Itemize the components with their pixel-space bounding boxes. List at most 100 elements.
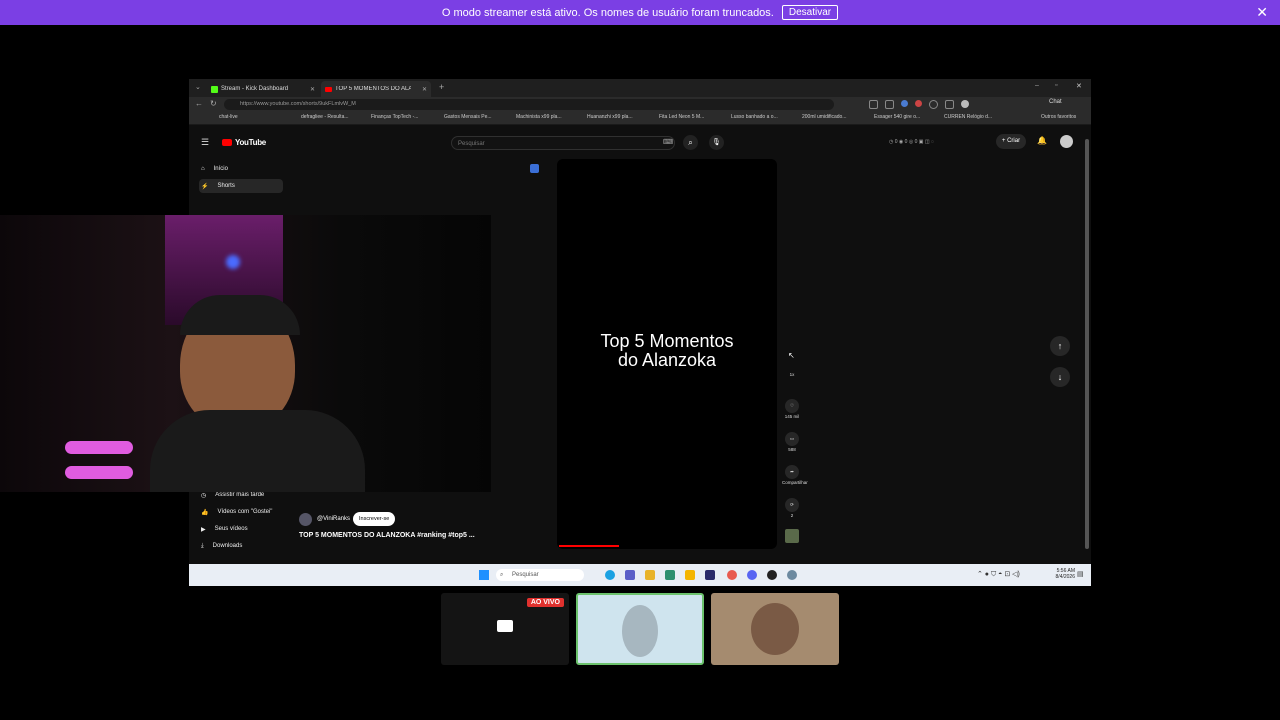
sidebar-item-liked-videos[interactable]: 👍 Vídeos com "Gostei" (199, 505, 283, 519)
youtube-tab-icon (325, 86, 332, 92)
edge-icon[interactable] (605, 570, 615, 580)
disable-streamer-mode-button[interactable]: Desativar (781, 5, 839, 20)
sidebar-item-downloads[interactable]: ⤓ Downloads (199, 539, 283, 553)
short-video-player[interactable]: Top 5 Momentos do Alanzoka (557, 159, 777, 549)
maximize-icon[interactable]: ▫ (1055, 82, 1057, 89)
remix-action[interactable]: ⟳ 2 (782, 498, 802, 518)
bookmark-item[interactable]: Finanças TopTech -... (371, 114, 418, 120)
sidebar-item-label: Vídeos com "Gostei" (217, 509, 273, 515)
clock-date: 8/4/2026 (1055, 574, 1075, 580)
bookmark-item[interactable]: chat-live (219, 114, 238, 120)
extension-icon[interactable] (901, 100, 908, 107)
extension-icon[interactable] (885, 100, 894, 109)
settings-icon[interactable] (787, 570, 797, 580)
minimize-icon[interactable]: – (1035, 82, 1039, 89)
windows-start-icon[interactable] (479, 570, 489, 580)
close-window-icon[interactable]: ✕ (1076, 82, 1082, 90)
share-action[interactable]: ➦ Compartilhar (782, 465, 808, 485)
bookmark-item[interactable]: Gastos Mensais Pe... (444, 114, 492, 120)
like-count: 145 mil (784, 414, 800, 419)
clock[interactable]: 5:56 AM 8/4/2026 (1045, 568, 1075, 580)
pink-lamp (65, 441, 133, 454)
teams-icon[interactable] (625, 570, 635, 580)
premiere-icon[interactable] (705, 570, 715, 580)
windows-taskbar: ⌕ Pesquisar ⌃ ● ⛉ ◓ ⊡ ◁) 5:56 AM 8/4/202… (189, 564, 1091, 586)
share-icon: ➦ (785, 465, 799, 479)
like-action[interactable]: ♡ 145 mil (782, 399, 802, 419)
bookmark-item[interactable]: 200ml umidificado... (802, 114, 846, 120)
streamer-shirt (150, 410, 365, 492)
discord-icon[interactable] (747, 570, 757, 580)
progress-bar[interactable] (559, 545, 619, 547)
remix-icon: ⟳ (785, 498, 799, 512)
bookmark-item[interactable]: Lusso banhado a o... (731, 114, 778, 120)
subscribe-button[interactable]: Inscrever-se (353, 512, 396, 526)
translate-extension-icon[interactable] (530, 164, 539, 173)
reload-icon[interactable]: ↻ (210, 99, 217, 108)
profile-avatar-icon[interactable] (961, 100, 969, 108)
extension-icon[interactable] (915, 100, 922, 107)
bookmark-item[interactable]: Machinista x99 pla... (516, 114, 562, 120)
app-icon[interactable] (665, 570, 675, 580)
extension-icon[interactable] (869, 100, 878, 109)
keyboard-icon[interactable]: ⌨ (663, 138, 673, 146)
participant-thumbnail[interactable] (711, 593, 839, 665)
search-input[interactable]: Pesquisar (451, 136, 675, 150)
channel-avatar[interactable] (299, 513, 312, 526)
url-field[interactable]: https://www.youtube.com/shorts/9ukFLmlvW… (224, 99, 834, 110)
extension-icon[interactable] (929, 100, 938, 109)
back-icon[interactable]: ← (195, 99, 203, 108)
tab-youtube-short[interactable]: TOP 5 MOMENTOS DO ALAN ✕ (321, 81, 431, 97)
extension-icons (869, 100, 1049, 109)
short-info: @ViniRanks Inscrever-se TOP 5 MOMENTOS D… (299, 511, 529, 551)
notification-center-icon[interactable]: ▤ (1077, 570, 1084, 578)
notifications-icon[interactable]: 🔔 (1037, 136, 1047, 145)
search-icon[interactable]: ⌕ (683, 135, 698, 150)
close-icon[interactable]: ✕ (1256, 4, 1268, 21)
youtube-header: ☰ YouTube Pesquisar ⌨ ⌕ 🎙 ◷ 0 ◉ 0 ◎ 0 ▣ … (189, 125, 1085, 163)
participant-thumbnail[interactable] (576, 593, 704, 665)
create-button[interactable]: + Criar (996, 134, 1026, 149)
next-short-button[interactable]: ↓ (1050, 367, 1070, 387)
microphone-icon[interactable]: 🎙 (709, 135, 724, 150)
close-tab-icon[interactable]: ✕ (422, 86, 427, 93)
video-title[interactable]: TOP 5 MOMENTOS DO ALANZOKA #ranking #top… (299, 532, 475, 539)
sidebar-item-label: Shorts (217, 183, 235, 189)
page-scrollbar[interactable] (1085, 139, 1089, 549)
sidebar-item-your-videos[interactable]: ▶ Seus vídeos (199, 522, 283, 536)
tab-list-icon[interactable]: ⌄ (195, 83, 201, 91)
obs-icon[interactable] (727, 570, 737, 580)
arrow-down-icon: ↓ (1057, 372, 1063, 382)
youtube-logo-text[interactable]: YouTube (235, 138, 266, 147)
bookmark-item[interactable]: Fita Led Neon 5 M... (659, 114, 704, 120)
channel-name[interactable]: @ViniRanks (317, 516, 350, 522)
sidebar-item-inicio[interactable]: ⌂ Início (199, 162, 283, 176)
bookmark-item[interactable]: Huananzhi x99 pla... (587, 114, 633, 120)
chat-button[interactable]: Chat (1049, 99, 1062, 105)
new-tab-icon[interactable]: + (439, 82, 444, 92)
close-tab-icon[interactable]: ✕ (310, 86, 315, 93)
app-icon[interactable] (685, 570, 695, 580)
bookmark-item[interactable]: CURREN Relógio d... (944, 114, 992, 120)
extension-icon[interactable] (945, 100, 954, 109)
file-explorer-icon[interactable] (645, 570, 655, 580)
like-icon: 👍 (201, 509, 209, 516)
taskbar-search[interactable]: ⌕ Pesquisar (496, 569, 584, 581)
sound-action[interactable] (782, 529, 802, 544)
speed-control[interactable]: 1x (782, 372, 802, 377)
menu-icon[interactable]: ☰ (201, 137, 209, 148)
share-label: Compartilhar (782, 480, 808, 485)
live-stream-thumbnail[interactable]: AO VIVO (441, 593, 569, 665)
search-icon: ⌕ (500, 572, 504, 578)
bookmark-item[interactable]: defragliee - Resulta... (301, 114, 349, 120)
comment-action[interactable]: ▭ 588 (782, 432, 802, 452)
sidebar-item-shorts[interactable]: ⚡ Shorts (199, 179, 283, 193)
previous-short-button[interactable]: ↑ (1050, 336, 1070, 356)
other-favorites[interactable]: Outros favoritos (1041, 114, 1076, 120)
bookmark-item[interactable]: Essager 540 gire o... (874, 114, 920, 120)
tab-kick-dashboard[interactable]: Stream - Kick Dashboard ✕ (207, 81, 319, 97)
bookmarks-bar: chat-live defragliee - Resulta... Finanç… (189, 112, 1091, 125)
chrome-icon[interactable] (767, 570, 777, 580)
system-tray-icons[interactable]: ⌃ ● ⛉ ◓ ⊡ ◁) (977, 570, 1020, 579)
account-avatar[interactable] (1060, 135, 1073, 148)
